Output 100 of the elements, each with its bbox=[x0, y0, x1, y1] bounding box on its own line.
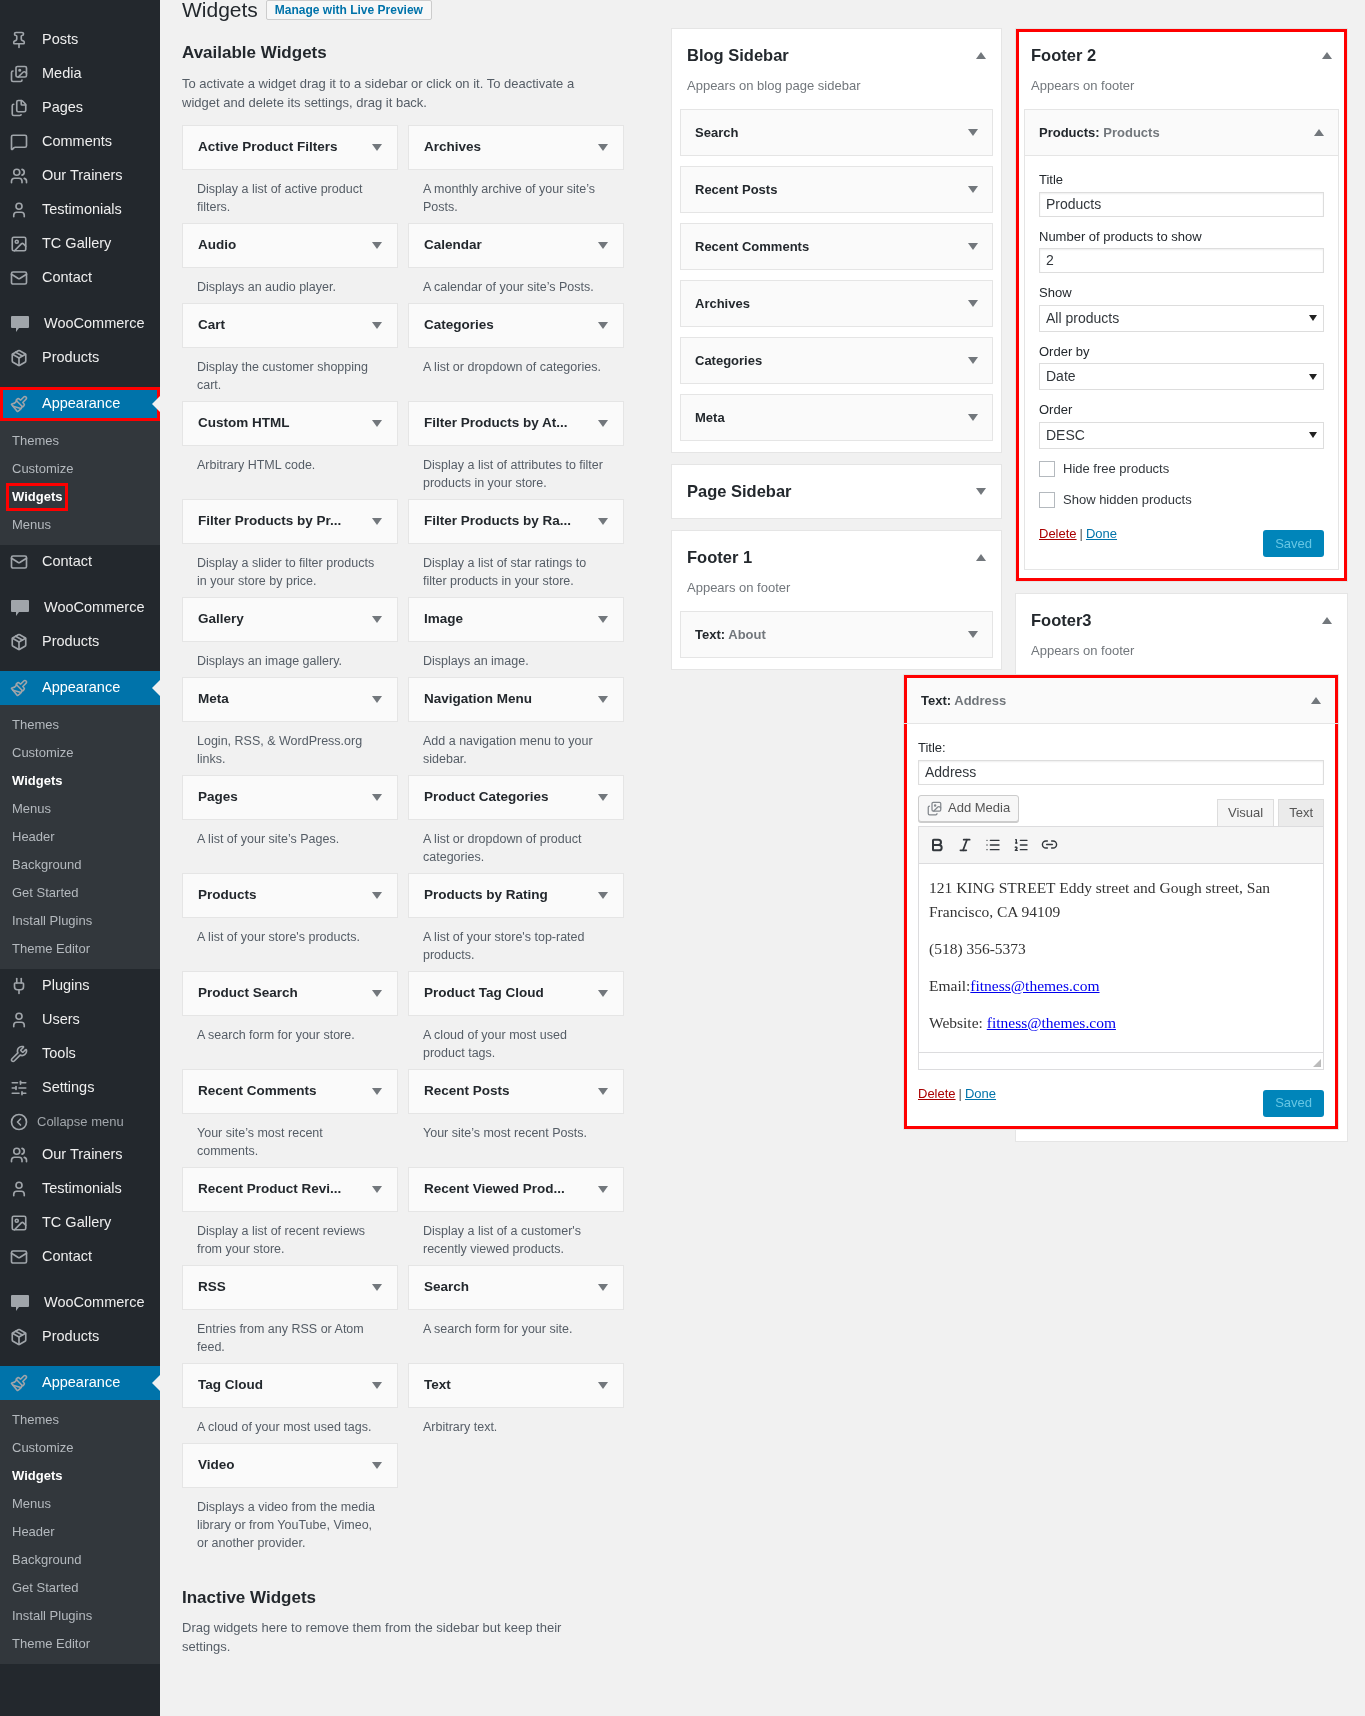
submenu-item[interactable]: Get Started bbox=[6, 1574, 85, 1602]
submenu-item[interactable]: Header bbox=[6, 823, 61, 851]
menu-item[interactable]: Appearance bbox=[0, 1366, 160, 1400]
expand-arrow-icon[interactable] bbox=[598, 1185, 608, 1193]
collapse-arrow-icon[interactable] bbox=[1322, 51, 1332, 59]
menu-item[interactable]: WooCommerce bbox=[0, 1286, 160, 1320]
submenu-item[interactable]: Widgets bbox=[6, 483, 69, 511]
submenu-item[interactable]: Get Started bbox=[6, 879, 85, 907]
expand-arrow-icon[interactable] bbox=[372, 1283, 382, 1291]
editor-content[interactable]: 121 KING STREET Eddy street and Gough street, San Francisco, CA 94109 (518) 356-5373 Email:fitness@themes.com Website: fitness@themes.com bbox=[918, 863, 1324, 1053]
expand-arrow-icon[interactable] bbox=[372, 1461, 382, 1469]
expand-arrow-icon[interactable] bbox=[372, 891, 382, 899]
submenu-item[interactable]: Background bbox=[6, 1546, 88, 1574]
widget-item[interactable]: Recent Comments bbox=[182, 1068, 398, 1114]
widget-item[interactable]: Archives bbox=[408, 124, 624, 170]
menu-item[interactable]: Media bbox=[0, 57, 160, 91]
expand-arrow-icon[interactable] bbox=[598, 419, 608, 427]
expand-arrow-icon[interactable] bbox=[598, 1283, 608, 1291]
widget-header[interactable]: Products: Products bbox=[1025, 110, 1338, 156]
expand-arrow-icon[interactable] bbox=[598, 241, 608, 249]
menu-item[interactable]: WooCommerce bbox=[0, 591, 160, 625]
delete-link[interactable]: Delete bbox=[1039, 523, 1077, 544]
widget-header[interactable]: Meta bbox=[681, 395, 992, 441]
checkbox[interactable] bbox=[1039, 460, 1055, 477]
widget-header[interactable]: Text: About bbox=[681, 612, 992, 658]
widget-header[interactable]: Search bbox=[681, 110, 992, 156]
widget-item[interactable]: Gallery bbox=[182, 596, 398, 642]
submenu-item[interactable]: Customize bbox=[6, 455, 80, 483]
widget-item[interactable]: Navigation Menu bbox=[408, 676, 624, 722]
expand-arrow-icon[interactable] bbox=[598, 517, 608, 525]
widget-item[interactable]: Text bbox=[408, 1362, 624, 1408]
menu-item[interactable]: Products bbox=[0, 341, 160, 375]
menu-item[interactable]: Tools bbox=[0, 1037, 160, 1071]
editor-tab[interactable]: Visual bbox=[1216, 798, 1275, 826]
widget-item[interactable]: Product Tag Cloud bbox=[408, 970, 624, 1016]
submenu-item[interactable]: Menus bbox=[6, 795, 58, 823]
text-field[interactable]: Products bbox=[1039, 191, 1324, 217]
widget-item[interactable]: Cart bbox=[182, 302, 398, 348]
expand-arrow-icon[interactable] bbox=[968, 357, 978, 365]
menu-item[interactable]: TC Gallery bbox=[0, 227, 160, 261]
text-field[interactable]: Address bbox=[918, 759, 1324, 785]
area-title[interactable]: Footer3 bbox=[1031, 607, 1092, 633]
widget-item[interactable]: Search bbox=[408, 1264, 624, 1310]
text-field[interactable]: 2 bbox=[1039, 248, 1324, 274]
widget-header[interactable]: Recent Comments bbox=[681, 224, 992, 270]
widget-item[interactable]: Image bbox=[408, 596, 624, 642]
collapse-arrow-icon[interactable] bbox=[976, 553, 986, 561]
expand-arrow-icon[interactable] bbox=[968, 631, 978, 639]
collapse-arrow-icon[interactable] bbox=[1322, 616, 1332, 624]
widget-item[interactable]: Recent Viewed Prod... bbox=[408, 1166, 624, 1212]
expand-arrow-icon[interactable] bbox=[372, 615, 382, 623]
collapse-arrow-icon[interactable] bbox=[1314, 129, 1324, 137]
submenu-item[interactable]: Header bbox=[6, 1518, 61, 1546]
expand-arrow-icon[interactable] bbox=[598, 793, 608, 801]
menu-item[interactable]: Products bbox=[0, 1320, 160, 1354]
collapse-arrow-icon[interactable] bbox=[976, 51, 986, 59]
collapse-menu-button[interactable]: Collapse menu bbox=[0, 1105, 160, 1138]
menu-item[interactable]: Our Trainers bbox=[0, 159, 160, 193]
expand-arrow-icon[interactable] bbox=[372, 1381, 382, 1389]
widget-item[interactable]: Active Product Filters bbox=[182, 124, 398, 170]
submenu-item[interactable]: Customize bbox=[6, 1434, 80, 1462]
widget-item[interactable]: Video bbox=[182, 1442, 398, 1488]
widget-item[interactable]: Meta bbox=[182, 676, 398, 722]
widget-header[interactable]: Text: Address bbox=[907, 678, 1335, 723]
expand-arrow-icon[interactable] bbox=[372, 1087, 382, 1095]
submenu-item[interactable]: Themes bbox=[6, 711, 65, 739]
expand-arrow-icon[interactable] bbox=[598, 1087, 608, 1095]
menu-item[interactable]: Appearance bbox=[0, 671, 160, 705]
live-preview-button[interactable]: Manage with Live Preview bbox=[265, 0, 432, 20]
widget-item[interactable]: Custom HTML bbox=[182, 400, 398, 446]
submenu-item[interactable]: Theme Editor bbox=[6, 935, 97, 963]
expand-arrow-icon[interactable] bbox=[968, 243, 978, 251]
select-field[interactable]: Date bbox=[1039, 363, 1324, 391]
widget-item[interactable]: Filter Products by Ra... bbox=[408, 498, 624, 544]
menu-item[interactable]: Contact bbox=[0, 545, 160, 579]
expand-arrow-icon[interactable] bbox=[968, 414, 978, 422]
widget-item[interactable]: Products bbox=[182, 872, 398, 918]
menu-item[interactable]: Pages bbox=[0, 91, 160, 125]
widget-item[interactable]: Calendar bbox=[408, 222, 624, 268]
widget-item[interactable]: Product Categories bbox=[408, 774, 624, 820]
widget-header[interactable]: Categories bbox=[681, 338, 992, 384]
widget-item[interactable]: Categories bbox=[408, 302, 624, 348]
expand-arrow-icon[interactable] bbox=[598, 321, 608, 329]
expand-arrow-icon[interactable] bbox=[598, 143, 608, 151]
menu-item[interactable]: Comments bbox=[0, 125, 160, 159]
expand-arrow-icon[interactable] bbox=[598, 615, 608, 623]
menu-item[interactable]: Posts bbox=[0, 23, 160, 57]
submenu-item[interactable]: Customize bbox=[6, 739, 80, 767]
menu-item[interactable]: Plugins bbox=[0, 969, 160, 1003]
expand-arrow-icon[interactable] bbox=[372, 1185, 382, 1193]
menu-item[interactable]: WooCommerce bbox=[0, 307, 160, 341]
add-media-button[interactable]: Add Media bbox=[918, 794, 1020, 822]
menu-item[interactable]: Products bbox=[0, 625, 160, 659]
expand-arrow-icon[interactable] bbox=[372, 695, 382, 703]
expand-arrow-icon[interactable] bbox=[968, 300, 978, 308]
editor-tab[interactable]: Text bbox=[1278, 798, 1324, 826]
widget-item[interactable]: Filter Products by Pr... bbox=[182, 498, 398, 544]
widget-item[interactable]: RSS bbox=[182, 1264, 398, 1310]
expand-arrow-icon[interactable] bbox=[976, 488, 986, 496]
checkbox[interactable] bbox=[1039, 492, 1055, 508]
